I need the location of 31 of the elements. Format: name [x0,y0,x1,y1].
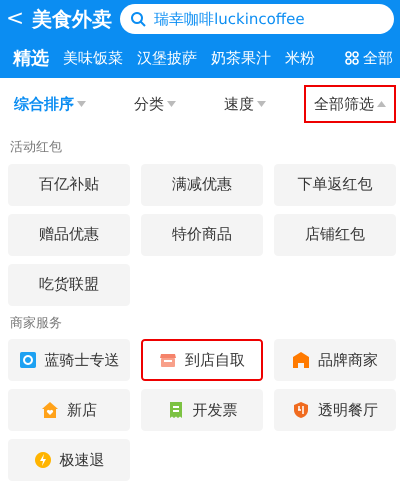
filter-dropdown[interactable]: 全部筛选 [304,84,396,124]
filter-option[interactable]: 满减优惠 [141,164,263,206]
caret-up-icon [377,101,386,107]
courier-icon [18,351,36,369]
page-title: 美食外卖 [32,6,112,33]
filter-dropdown[interactable]: 速度 [214,84,276,124]
section-title: 商家服务 [9,314,63,332]
caret-down-icon [257,101,266,107]
filter-option[interactable]: 开发票 [141,389,263,431]
grid-icon [345,51,359,65]
filter-option[interactable]: 透明餐厅 [274,389,396,431]
lightning-icon [34,451,52,469]
filter-option[interactable]: 品牌商家 [274,339,396,381]
shield-icon [292,401,310,419]
filter-option[interactable]: 特价商品 [141,214,263,256]
caret-down-icon [77,101,86,107]
filter-option[interactable]: 极速退 [8,439,130,481]
filter-option[interactable]: 赠品优惠 [8,214,130,256]
house-icon [41,401,59,419]
caret-down-icon [167,101,176,107]
filter-option[interactable]: 新店 [8,389,130,431]
filter-option[interactable]: 蓝骑士专送 [8,339,130,381]
filter-option[interactable]: 百亿补贴 [8,164,130,206]
filter-dropdown[interactable]: 分类 [124,84,186,124]
house-icon [292,351,310,369]
filter-option[interactable]: 到店自取 [141,339,263,381]
filter-option[interactable]: 店铺红包 [274,214,396,256]
store-icon [159,351,177,369]
section-title: 活动红包 [9,139,63,157]
filter-option[interactable]: 下单返红包 [274,164,396,206]
filter-option[interactable]: 吃货联盟 [8,264,130,306]
